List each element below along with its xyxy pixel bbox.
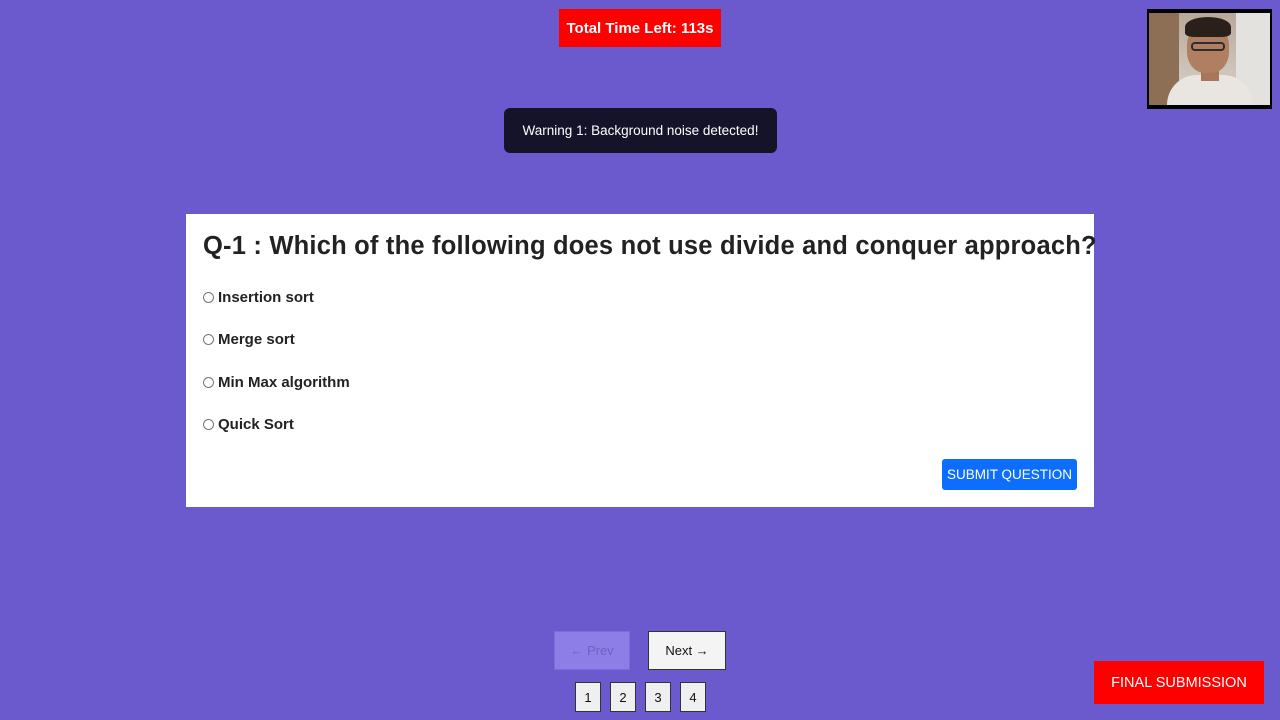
page-button-3[interactable]: 3 <box>645 682 671 712</box>
next-button[interactable]: Next → <box>648 631 726 670</box>
question-text: Q-1 : Which of the following does not us… <box>203 232 1097 260</box>
option-quick-sort[interactable]: Quick Sort <box>203 404 1077 447</box>
option-label: Merge sort <box>218 331 295 349</box>
option-label: Quick Sort <box>218 416 294 434</box>
option-radio[interactable] <box>203 334 214 346</box>
question-card: Q-1 : Which of the following does not us… <box>186 214 1097 507</box>
prev-button[interactable]: ← Prev <box>554 631 630 670</box>
page-button-1[interactable]: 1 <box>575 682 601 712</box>
option-label: Min Max algorithm <box>218 373 350 391</box>
submit-question-button[interactable]: SUBMIT QUESTION <box>942 459 1077 490</box>
option-radio[interactable] <box>203 376 214 388</box>
final-submission-button[interactable]: FINAL SUBMISSION <box>1094 661 1264 704</box>
option-insertion-sort[interactable]: Insertion sort <box>203 276 1077 319</box>
option-radio[interactable] <box>203 419 214 431</box>
webcam-preview <box>1147 9 1272 109</box>
page-button-4[interactable]: 4 <box>680 682 706 712</box>
option-radio[interactable] <box>203 291 214 303</box>
page-button-2[interactable]: 2 <box>610 682 636 712</box>
option-label: Insertion sort <box>218 288 314 306</box>
option-min-max-algorithm[interactable]: Min Max algorithm <box>203 361 1077 404</box>
options-list: Insertion sort Merge sort Min Max algori… <box>203 276 1077 446</box>
warning-toast: Warning 1: Background noise detected! <box>504 108 777 153</box>
option-merge-sort[interactable]: Merge sort <box>203 319 1077 362</box>
webcam-video <box>1149 13 1270 105</box>
question-pagination: 1 2 3 4 <box>575 682 706 712</box>
time-left-badge: Total Time Left: 113s <box>559 9 721 47</box>
